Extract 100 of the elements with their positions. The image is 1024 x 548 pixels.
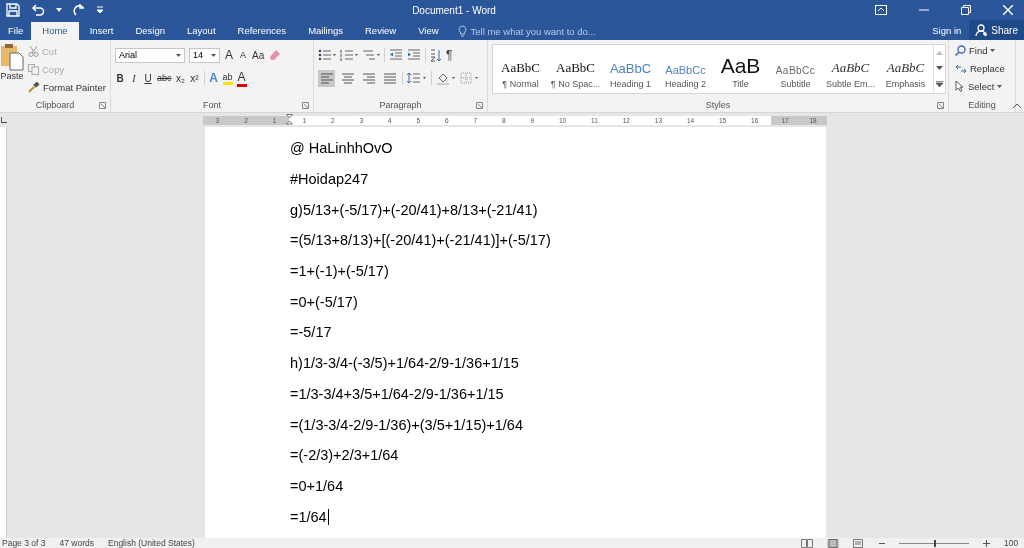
bullets-icon[interactable] <box>318 49 336 61</box>
font-name-field[interactable]: Arial <box>115 47 185 63</box>
format-painter-button[interactable]: Format Painter <box>28 79 106 95</box>
indent-marker-icon[interactable] <box>286 114 293 126</box>
document-line: =(1/3-3/4-2/9-1/36)+(3/5+1/15)+1/64 <box>290 415 524 435</box>
close-icon[interactable] <box>1003 5 1013 15</box>
select-button[interactable]: Select <box>955 78 1011 94</box>
scissors-icon <box>28 45 39 57</box>
copy-icon <box>28 63 39 75</box>
font-color-button[interactable]: A <box>236 69 247 87</box>
document-line: =0+(-5/17) <box>290 292 359 312</box>
ribbon-tab[interactable]: Home <box>31 22 79 40</box>
format-button[interactable]: U <box>143 72 153 84</box>
caret-icon[interactable] <box>56 8 62 12</box>
ribbon-tab[interactable]: Design <box>124 22 176 40</box>
format-button[interactable]: x² <box>189 72 200 84</box>
ribbon-display-icon[interactable] <box>875 5 887 15</box>
ribbon-tab[interactable]: References <box>226 22 298 40</box>
decrease-indent-icon[interactable] <box>389 49 403 61</box>
multilevel-list-icon[interactable] <box>362 49 380 61</box>
ribbon-tab[interactable]: File <box>0 22 32 40</box>
document-line: h)1/3-3/4-(-3/5)+1/64-2/9-1/36+1/15 <box>290 354 520 374</box>
page-count[interactable]: Page 3 of 3 <box>2 538 46 548</box>
tell-me-field[interactable]: Tell me what you want to do... <box>470 25 596 37</box>
caret-icon[interactable] <box>211 53 216 57</box>
replace-icon <box>955 62 967 74</box>
document-line: #Hoidap247 <box>290 170 370 190</box>
paintbrush-icon <box>28 81 40 93</box>
save-icon[interactable] <box>6 3 20 17</box>
format-button[interactable]: x₂ <box>175 72 186 84</box>
find-button[interactable]: Find <box>955 42 1011 58</box>
document-line: =1+(-1)+(-5/17) <box>290 262 390 282</box>
replace-button[interactable]: Replace <box>955 60 1011 76</box>
style-item[interactable]: AaBbC Heading 1 <box>603 45 658 93</box>
ribbon-tab[interactable]: Layout <box>176 22 227 40</box>
ribbon-tab[interactable]: View <box>407 22 450 40</box>
shrink-font-button[interactable]: A <box>238 50 248 60</box>
ribbon-tab[interactable]: Mailings <box>297 22 354 40</box>
style-item[interactable]: AaB Title <box>713 45 768 93</box>
align-button[interactable] <box>318 69 335 87</box>
pointer-icon <box>955 80 965 92</box>
zoom-in-icon[interactable] <box>983 539 990 547</box>
launcher-icon[interactable] <box>99 102 106 109</box>
launcher-icon[interactable] <box>476 102 483 109</box>
group-label: Clipboard <box>35 100 75 110</box>
scroll-down-icon[interactable] <box>936 66 943 70</box>
more-icon[interactable] <box>936 81 943 88</box>
collapse-ribbon-icon[interactable] <box>1013 103 1021 108</box>
format-button[interactable]: B <box>115 72 125 84</box>
shading-icon[interactable] <box>436 71 456 85</box>
ribbon-tab[interactable]: Insert <box>78 22 125 40</box>
read-mode-icon[interactable] <box>801 538 813 548</box>
print-layout-icon[interactable] <box>827 538 839 548</box>
style-item[interactable]: AaBbCc Heading 2 <box>658 45 713 93</box>
document-line: =-5/17 <box>290 323 333 343</box>
window-title: Document1 - Word <box>412 4 496 16</box>
customize-icon[interactable] <box>96 6 104 14</box>
format-button[interactable]: abc <box>157 73 172 83</box>
paste-button[interactable]: Paste <box>0 43 24 98</box>
style-item[interactable]: AaBbC ¶ Normal <box>493 45 548 93</box>
style-item[interactable]: AaBbC ¶ No Spac... <box>548 45 603 93</box>
increase-indent-icon[interactable] <box>407 49 421 61</box>
web-layout-icon[interactable] <box>853 538 865 548</box>
zoom-level[interactable]: 100 <box>1004 538 1024 548</box>
group-label: Paragraph <box>379 100 422 110</box>
launcher-icon[interactable] <box>937 102 944 109</box>
share-button[interactable]: Share <box>969 20 1024 40</box>
document-line: =(5/13+8/13)+[(-20/41)+(-21/41)]+(-5/17) <box>290 231 552 251</box>
language-indicator[interactable]: English (United States) <box>108 538 195 548</box>
document-line: =1/64 <box>290 507 330 527</box>
format-button[interactable]: I <box>129 72 139 84</box>
show-marks-button[interactable]: ¶ <box>446 48 453 62</box>
redo-icon[interactable] <box>72 3 86 17</box>
sort-icon[interactable] <box>430 48 442 62</box>
caret-icon[interactable] <box>990 48 996 52</box>
style-item[interactable]: AaBbC Subtle Em... <box>823 45 878 93</box>
restore-icon[interactable] <box>961 5 971 15</box>
ribbon-tab[interactable]: Review <box>354 22 408 40</box>
word-count[interactable]: 47 words <box>59 538 94 548</box>
caret-icon[interactable] <box>176 53 181 57</box>
group-label: Font <box>203 100 221 110</box>
grow-font-button[interactable]: A <box>224 48 234 62</box>
launcher-icon[interactable] <box>302 102 309 109</box>
document-line: =(-2/3)+2/3+1/64 <box>290 446 400 466</box>
document-line: g)5/13+(-5/17)+(-20/41)+8/13+(-21/41) <box>290 200 539 220</box>
undo-icon[interactable] <box>30 3 46 17</box>
document-line: @ HaLinhhOvO <box>290 139 394 159</box>
style-item[interactable]: AaBbCc Subtitle <box>768 45 823 93</box>
font-size-field[interactable]: 14 <box>189 47 220 63</box>
change-case-button[interactable]: Aa <box>252 49 265 61</box>
tab-selector-icon[interactable] <box>1 117 7 123</box>
style-item[interactable]: AaBbC Emphasis <box>878 45 933 93</box>
group-label: Editing <box>968 100 996 110</box>
line-spacing-icon[interactable] <box>407 72 427 84</box>
highlight-button[interactable]: ab <box>222 71 233 85</box>
caret-icon[interactable] <box>997 84 1003 88</box>
document-line: =0+1/64 <box>290 476 345 496</box>
search-icon <box>955 44 966 56</box>
sign-in-link[interactable]: Sign in <box>924 22 970 40</box>
lightbulb-icon <box>457 25 467 37</box>
